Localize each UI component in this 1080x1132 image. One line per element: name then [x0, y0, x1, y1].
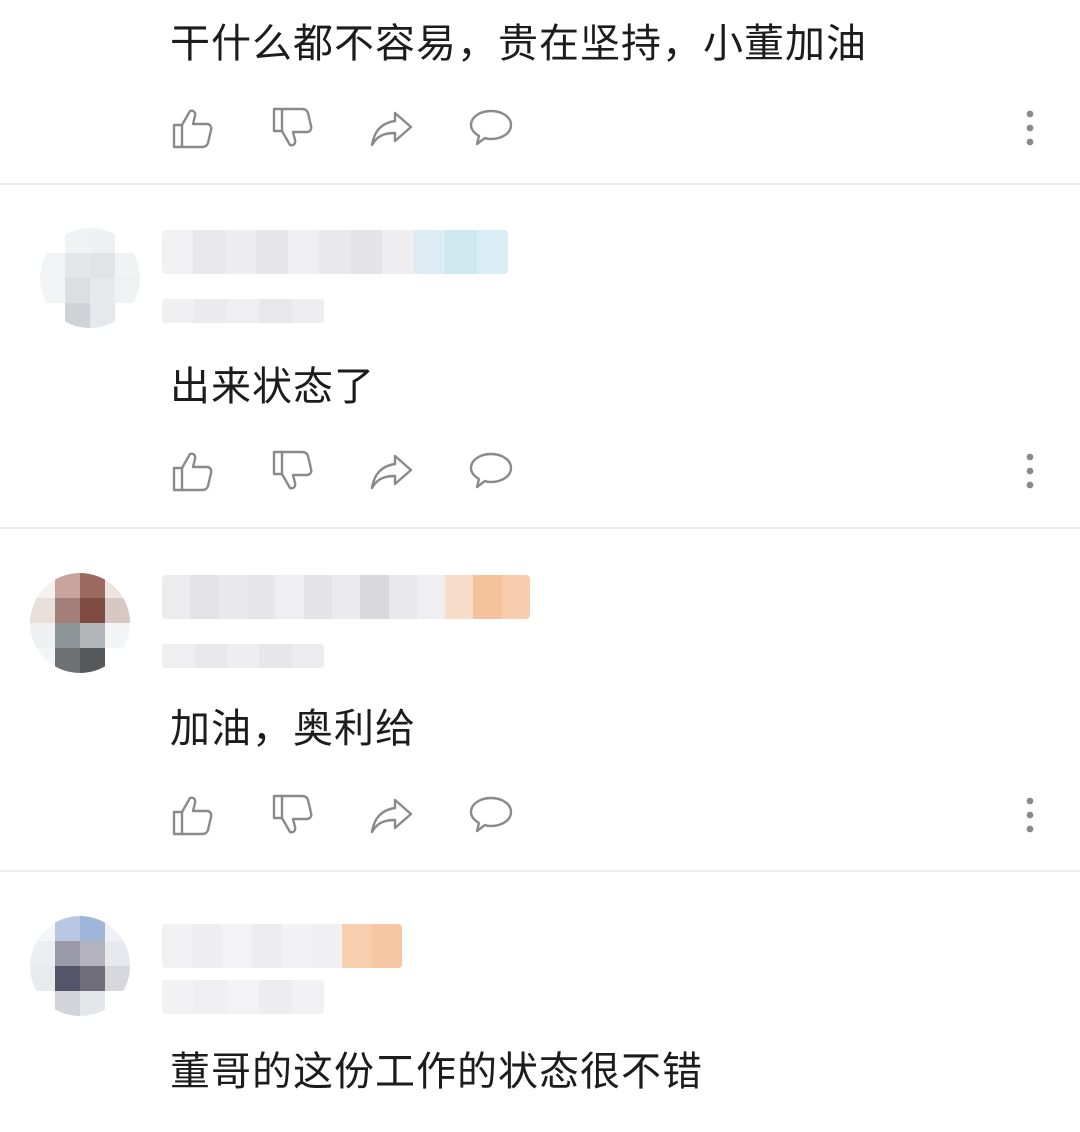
avatar[interactable]	[30, 573, 130, 673]
avatar[interactable]	[30, 916, 130, 1016]
more-vertical-icon	[1026, 453, 1034, 489]
share-arrow-icon	[370, 454, 413, 490]
thumbs-down-icon	[272, 107, 313, 147]
comment-item: 干什么都不容易，贵在坚持，小董加油	[0, 0, 1080, 184]
like-button[interactable]	[168, 792, 214, 838]
reply-button[interactable]	[468, 448, 514, 494]
comment-item: 出来状态了	[0, 185, 1080, 527]
comment-text: 干什么都不容易，贵在坚持，小董加油	[170, 21, 867, 67]
speech-bubble-icon	[469, 796, 513, 833]
comment-item: 董哥的这份工作的状态很不错	[0, 872, 1080, 1132]
thumbs-down-icon	[272, 450, 313, 490]
dislike-button[interactable]	[268, 792, 314, 838]
username-blurred[interactable]	[162, 575, 530, 619]
share-arrow-icon	[370, 798, 413, 834]
dislike-button[interactable]	[268, 448, 314, 494]
comment-actions	[0, 448, 1080, 498]
comment-text: 加油，奥利给	[170, 706, 416, 752]
comment-actions	[0, 105, 1080, 155]
like-button[interactable]	[168, 448, 214, 494]
thumbs-up-icon	[172, 452, 213, 492]
speech-bubble-icon	[469, 452, 513, 489]
comment-meta-blurred	[162, 644, 324, 668]
username-blurred[interactable]	[162, 924, 402, 968]
more-options-button[interactable]	[1010, 448, 1050, 494]
comment-text: 董哥的这份工作的状态很不错	[170, 1049, 703, 1095]
thumbs-up-icon	[172, 109, 213, 149]
more-options-button[interactable]	[1010, 105, 1050, 151]
share-button[interactable]	[368, 105, 414, 151]
comment-text: 出来状态了	[170, 364, 375, 410]
comment-actions	[0, 792, 1080, 842]
share-button[interactable]	[368, 448, 414, 494]
reply-button[interactable]	[468, 105, 514, 151]
comment-item: 加油，奥利给	[0, 529, 1080, 871]
more-vertical-icon	[1026, 110, 1034, 146]
comment-meta-blurred	[162, 299, 324, 323]
more-options-button[interactable]	[1010, 792, 1050, 838]
avatar[interactable]	[40, 228, 140, 328]
reply-button[interactable]	[468, 792, 514, 838]
more-vertical-icon	[1026, 797, 1034, 833]
share-button[interactable]	[368, 792, 414, 838]
share-arrow-icon	[370, 111, 413, 147]
thumbs-down-icon	[272, 794, 313, 834]
speech-bubble-icon	[469, 109, 513, 146]
dislike-button[interactable]	[268, 105, 314, 151]
username-blurred[interactable]	[162, 230, 508, 274]
thumbs-up-icon	[172, 796, 213, 836]
comment-meta-blurred	[162, 980, 324, 1014]
like-button[interactable]	[168, 105, 214, 151]
